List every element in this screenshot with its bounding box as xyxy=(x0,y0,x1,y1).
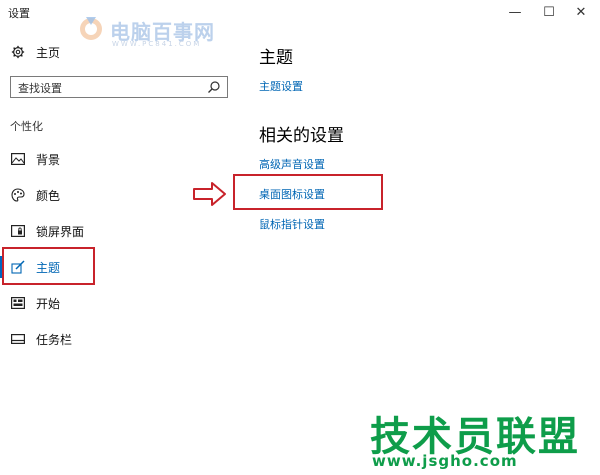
minimize-button[interactable]: — xyxy=(500,0,530,24)
lock-screen-icon xyxy=(10,223,26,239)
maximize-button[interactable]: ☐ xyxy=(534,0,564,24)
sidebar-item-label: 任务栏 xyxy=(36,332,73,347)
advanced-sound-settings-link[interactable]: 高级声音设置 xyxy=(259,156,325,172)
highlight-box-desktop-icons xyxy=(233,174,383,210)
watermark-bottom-url: www.jsgho.com xyxy=(372,452,518,470)
palette-icon xyxy=(10,187,26,203)
taskbar-icon xyxy=(10,331,26,347)
sidebar-item-label: 背景 xyxy=(36,152,61,167)
window-title: 设置 xyxy=(8,7,30,20)
close-icon: ✕ xyxy=(575,4,587,20)
maximize-icon: ☐ xyxy=(543,4,555,20)
sidebar-item-background[interactable]: 背景 xyxy=(0,144,230,174)
close-button[interactable]: ✕ xyxy=(566,0,596,24)
search-placeholder: 查找设置 xyxy=(18,82,62,95)
sidebar-item-start[interactable]: 开始 xyxy=(0,288,230,318)
minimize-icon: — xyxy=(508,4,522,20)
theme-settings-link[interactable]: 主题设置 xyxy=(259,78,303,94)
section-header: 个性化 xyxy=(10,120,43,133)
hollow-right-arrow-icon xyxy=(193,182,226,206)
sidebar-item-taskbar[interactable]: 任务栏 xyxy=(0,324,230,354)
mouse-pointer-settings-link[interactable]: 鼠标指针设置 xyxy=(259,216,325,232)
search-icon xyxy=(208,81,220,93)
search-input[interactable]: 查找设置 xyxy=(10,76,228,98)
sidebar-item-label: 开始 xyxy=(36,296,61,311)
sidebar-item-label: 颜色 xyxy=(36,188,61,203)
start-menu-icon xyxy=(10,295,26,311)
highlight-box-themes xyxy=(2,247,95,285)
sidebar-item-label: 锁屏界面 xyxy=(36,224,85,239)
page-title: 主题 xyxy=(259,48,293,68)
image-icon xyxy=(10,151,26,167)
sidebar-item-lock-screen[interactable]: 锁屏界面 xyxy=(0,216,230,246)
gear-icon xyxy=(10,44,26,60)
sidebar-item-home[interactable]: 主页 xyxy=(0,37,230,67)
sidebar-item-label: 主页 xyxy=(36,45,61,60)
related-settings-header: 相关的设置 xyxy=(259,126,344,146)
